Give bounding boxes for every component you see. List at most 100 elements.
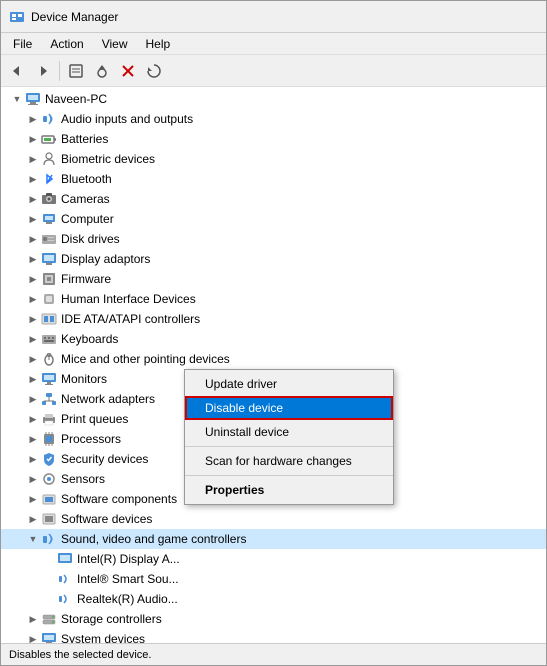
software-components-icon (41, 491, 57, 507)
root-label: Naveen-PC (45, 92, 107, 106)
print-icon (41, 411, 57, 427)
intel-display-label: Intel(R) Display A... (77, 552, 180, 566)
expand-sensors[interactable]: ▶ (25, 469, 41, 489)
context-menu: Update driver Disable device Uninstall d… (184, 369, 394, 505)
disk-label: Disk drives (61, 232, 120, 246)
computer-node-icon (41, 211, 57, 227)
expand-cameras[interactable]: ▶ (25, 189, 41, 209)
bluetooth-label: Bluetooth (61, 172, 112, 186)
tree-item-mice[interactable]: ▶ Mice and other pointing devices (1, 349, 546, 369)
tree-item-hid[interactable]: ▶ Human Interface Devices (1, 289, 546, 309)
display-icon (41, 251, 57, 267)
tree-item-bluetooth[interactable]: ▶ Bluetooth (1, 169, 546, 189)
intel-display-icon (57, 551, 73, 567)
toolbar-scan[interactable] (142, 59, 166, 83)
sound-video-label: Sound, video and game controllers (61, 532, 246, 546)
tree-item-storage[interactable]: ▶ Storage controllers (1, 609, 546, 629)
bluetooth-icon (41, 171, 57, 187)
menu-help[interactable]: Help (138, 35, 179, 53)
system-devices-icon (41, 631, 57, 643)
expand-batteries[interactable]: ▶ (25, 129, 41, 149)
tree-item-root[interactable]: ▼ Naveen-PC (1, 89, 546, 109)
firmware-icon (41, 271, 57, 287)
context-menu-properties[interactable]: Properties (185, 478, 393, 502)
monitors-label: Monitors (61, 372, 107, 386)
network-label: Network adapters (61, 392, 155, 406)
expand-firmware[interactable]: ▶ (25, 269, 41, 289)
storage-label: Storage controllers (61, 612, 162, 626)
menu-action[interactable]: Action (42, 35, 91, 53)
network-icon (41, 391, 57, 407)
expand-software-devices[interactable]: ▶ (25, 509, 41, 529)
expand-sound-video[interactable]: ▼ (25, 529, 41, 549)
audio-icon (41, 111, 57, 127)
expand-mice[interactable]: ▶ (25, 349, 41, 369)
expand-processors[interactable]: ▶ (25, 429, 41, 449)
software-devices-label: Software devices (61, 512, 152, 526)
expand-biometric[interactable]: ▶ (25, 149, 41, 169)
sensors-label: Sensors (61, 472, 105, 486)
expand-display[interactable]: ▶ (25, 249, 41, 269)
firmware-label: Firmware (61, 272, 111, 286)
toolbar-update-driver[interactable] (90, 59, 114, 83)
tree-item-sound-video[interactable]: ▼ Sound, video and game controllers (1, 529, 546, 549)
device-tree[interactable]: ▼ Naveen-PC ▶ (1, 87, 546, 643)
tree-item-firmware[interactable]: ▶ Firmware (1, 269, 546, 289)
toolbar-forward[interactable] (31, 59, 55, 83)
expand-computer[interactable]: ▶ (25, 209, 41, 229)
mice-label: Mice and other pointing devices (61, 352, 230, 366)
status-text: Disables the selected device. (9, 649, 151, 661)
audio-label: Audio inputs and outputs (61, 112, 193, 126)
tree-item-audio[interactable]: ▶ Audio inputs and outputs (1, 109, 546, 129)
toolbar-back[interactable] (5, 59, 29, 83)
tree-item-system-devices[interactable]: ▶ System devices (1, 629, 546, 643)
ide-label: IDE ATA/ATAPI controllers (61, 312, 200, 326)
ide-icon (41, 311, 57, 327)
tree-item-intel-display[interactable]: ▶ Intel(R) Display A... (1, 549, 546, 569)
toolbar-uninstall[interactable] (116, 59, 140, 83)
expand-audio[interactable]: ▶ (25, 109, 41, 129)
expand-keyboards[interactable]: ▶ (25, 329, 41, 349)
sensors-icon (41, 471, 57, 487)
toolbar-properties[interactable] (64, 59, 88, 83)
expand-hid[interactable]: ▶ (25, 289, 41, 309)
expand-root[interactable]: ▼ (9, 89, 25, 109)
context-menu-uninstall-device[interactable]: Uninstall device (185, 420, 393, 444)
context-menu-disable-device[interactable]: Disable device (185, 396, 393, 420)
context-menu-update-driver[interactable]: Update driver (185, 372, 393, 396)
tree-item-intel-smart[interactable]: ▶ Intel® Smart Sou... (1, 569, 546, 589)
tree-item-disk[interactable]: ▶ Disk drives (1, 229, 546, 249)
tree-item-software-devices[interactable]: ▶ Software devices (1, 509, 546, 529)
expand-security[interactable]: ▶ (25, 449, 41, 469)
context-menu-scan-hardware[interactable]: Scan for hardware changes (185, 449, 393, 473)
window-title: Device Manager (31, 10, 118, 24)
tree-item-ide[interactable]: ▶ IDE ATA/ATAPI controllers (1, 309, 546, 329)
software-components-label: Software components (61, 492, 177, 506)
tree-item-computer[interactable]: ▶ Computer (1, 209, 546, 229)
tree-item-keyboards[interactable]: ▶ Keyboards (1, 329, 546, 349)
expand-system-devices[interactable]: ▶ (25, 629, 41, 643)
tree-item-display[interactable]: ▶ Display adaptors (1, 249, 546, 269)
expand-storage[interactable]: ▶ (25, 609, 41, 629)
monitor-icon (41, 371, 57, 387)
menu-file[interactable]: File (5, 35, 40, 53)
realtek-audio-label: Realtek(R) Audio... (77, 592, 178, 606)
tree-item-biometric[interactable]: ▶ Biometric devices (1, 149, 546, 169)
disk-icon (41, 231, 57, 247)
security-label: Security devices (61, 452, 148, 466)
expand-network[interactable]: ▶ (25, 389, 41, 409)
tree-item-cameras[interactable]: ▶ Cameras (1, 189, 546, 209)
expand-ide[interactable]: ▶ (25, 309, 41, 329)
expand-disk[interactable]: ▶ (25, 229, 41, 249)
computer-icon (25, 91, 41, 107)
expand-software-components[interactable]: ▶ (25, 489, 41, 509)
expand-print[interactable]: ▶ (25, 409, 41, 429)
expand-bluetooth[interactable]: ▶ (25, 169, 41, 189)
hid-label: Human Interface Devices (61, 292, 196, 306)
expand-monitors[interactable]: ▶ (25, 369, 41, 389)
toolbar (1, 55, 546, 87)
menu-view[interactable]: View (94, 35, 136, 53)
tree-item-batteries[interactable]: ▶ Batteries (1, 129, 546, 149)
security-icon (41, 451, 57, 467)
tree-item-realtek-audio[interactable]: ▶ Realtek(R) Audio... (1, 589, 546, 609)
